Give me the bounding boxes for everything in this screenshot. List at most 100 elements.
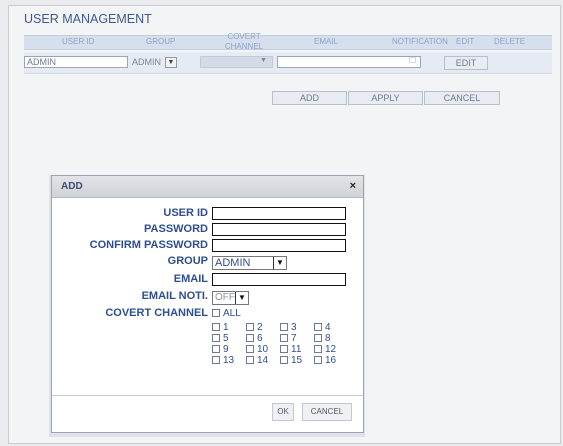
checkbox-icon — [212, 356, 220, 364]
group-label: GROUP — [167, 255, 208, 267]
checkbox-icon — [314, 356, 322, 364]
channel-label: 11 — [291, 344, 302, 355]
channel-grid: 1 2 3 4 5 6 7 8 9 10 11 12 13 14 15 16 — [212, 322, 362, 366]
chevron-down-icon: ▼ — [235, 292, 248, 304]
checkbox-icon — [212, 309, 220, 317]
channel-label: 6 — [257, 333, 263, 344]
dialog-divider — [52, 395, 363, 396]
confirm-password-label: CONFIRM PASSWORD — [89, 239, 208, 251]
channel-11-checkbox[interactable]: 11 — [280, 344, 301, 355]
user-id-field[interactable]: ADMIN — [24, 56, 128, 68]
channel-label: 3 — [291, 322, 297, 333]
channel-4-checkbox[interactable]: 4 — [314, 322, 331, 333]
channel-3-checkbox[interactable]: 3 — [280, 322, 297, 333]
channel-all-label: ALL — [223, 308, 241, 319]
confirm-password-input[interactable] — [212, 239, 346, 252]
channel-all-checkbox[interactable]: ALL — [212, 308, 241, 319]
user-id-input[interactable] — [212, 207, 346, 220]
checkbox-icon — [314, 345, 322, 353]
email-noti-value: OFF — [215, 292, 235, 303]
email-field[interactable] — [277, 56, 421, 68]
checkbox-icon — [280, 345, 288, 353]
channel-7-checkbox[interactable]: 7 — [280, 333, 297, 344]
channel-15-checkbox[interactable]: 15 — [280, 355, 302, 366]
checkbox-icon — [246, 323, 254, 331]
checkbox-icon — [246, 334, 254, 342]
notification-checkbox[interactable]: ☐ — [409, 56, 416, 65]
close-icon[interactable]: × — [350, 180, 356, 192]
channel-label: 9 — [223, 344, 229, 355]
col-email: EMAIL — [314, 37, 339, 46]
checkbox-icon — [246, 345, 254, 353]
checkbox-icon — [280, 323, 288, 331]
channel-row: 5 6 7 8 — [212, 333, 362, 344]
channel-label: 7 — [291, 333, 297, 344]
checkbox-icon — [280, 356, 288, 364]
channel-row: 13 14 15 16 — [212, 355, 362, 366]
channel-label: 10 — [257, 344, 269, 355]
checkbox-icon — [212, 345, 220, 353]
checkbox-icon — [246, 356, 254, 364]
checkbox-icon — [314, 334, 322, 342]
add-user-dialog: ADD × USER ID PASSWORD CONFIRM PASSWORD … — [51, 175, 364, 433]
table-row: ADMIN ADMIN ▼ ▼ ☐ EDIT — [24, 52, 552, 74]
channel-label: 1 — [223, 322, 229, 333]
cancel-button[interactable]: CANCEL — [424, 91, 500, 105]
group-value: ADMIN — [132, 57, 161, 67]
edit-button[interactable]: EDIT — [444, 56, 488, 70]
user-id-label: USER ID — [163, 207, 208, 219]
ok-button[interactable]: OK — [272, 403, 294, 421]
col-delete: DELETE — [494, 37, 526, 46]
channel-label: 15 — [291, 355, 303, 366]
group-select-value: ADMIN — [215, 257, 251, 269]
channel-row: 1 2 3 4 — [212, 322, 362, 333]
checkbox-icon — [212, 334, 220, 342]
apply-button[interactable]: APPLY — [348, 91, 423, 105]
channel-14-checkbox[interactable]: 14 — [246, 355, 268, 366]
channel-label: 5 — [223, 333, 229, 344]
channel-label: 12 — [325, 344, 337, 355]
channel-label: 14 — [257, 355, 269, 366]
channel-row: 9 10 11 12 — [212, 344, 362, 355]
col-edit: EDIT — [456, 37, 475, 46]
password-input[interactable] — [212, 223, 346, 236]
checkbox-icon — [280, 334, 288, 342]
chevron-down-icon: ▼ — [260, 57, 267, 64]
group-dropdown[interactable]: ▼ — [165, 57, 177, 68]
email-noti-select[interactable]: OFF ▼ — [212, 291, 249, 305]
chevron-down-icon: ▼ — [273, 257, 286, 269]
channel-9-checkbox[interactable]: 9 — [212, 344, 229, 355]
chevron-down-icon: ▼ — [167, 59, 175, 66]
dialog-header: ADD × — [52, 176, 363, 198]
page-title: USER MANAGEMENT — [24, 12, 152, 26]
col-notification: NOTIFICATION — [392, 37, 448, 46]
channel-1-checkbox[interactable]: 1 — [212, 322, 229, 333]
dialog-cancel-button[interactable]: CANCEL — [302, 403, 352, 421]
channel-label: 8 — [325, 333, 331, 344]
covert-channel-label: COVERT CHANNEL — [105, 307, 208, 319]
checkbox-icon — [212, 323, 220, 331]
email-label: EMAIL — [173, 273, 208, 285]
col-user-id: USER ID — [62, 37, 95, 46]
add-button[interactable]: ADD — [272, 91, 347, 105]
channel-8-checkbox[interactable]: 8 — [314, 333, 331, 344]
channel-label: 13 — [223, 355, 235, 366]
channel-12-checkbox[interactable]: 12 — [314, 344, 336, 355]
channel-2-checkbox[interactable]: 2 — [246, 322, 263, 333]
col-group: GROUP — [146, 37, 176, 46]
channel-16-checkbox[interactable]: 16 — [314, 355, 336, 366]
channel-label: 16 — [325, 355, 337, 366]
channel-label: 2 — [257, 322, 263, 333]
group-select[interactable]: ADMIN ▼ — [212, 256, 287, 270]
table-header: USER ID GROUP COVERT CHANNEL EMAIL NOTIF… — [24, 32, 552, 51]
email-noti-label: EMAIL NOTI. — [141, 290, 208, 302]
dialog-title: ADD — [61, 181, 83, 192]
channel-10-checkbox[interactable]: 10 — [246, 344, 268, 355]
channel-label: 4 — [325, 322, 331, 333]
password-label: PASSWORD — [144, 223, 208, 235]
col-covert-channel: COVERT CHANNEL — [224, 32, 264, 51]
channel-13-checkbox[interactable]: 13 — [212, 355, 234, 366]
channel-6-checkbox[interactable]: 6 — [246, 333, 263, 344]
email-input[interactable] — [212, 273, 346, 286]
channel-5-checkbox[interactable]: 5 — [212, 333, 229, 344]
